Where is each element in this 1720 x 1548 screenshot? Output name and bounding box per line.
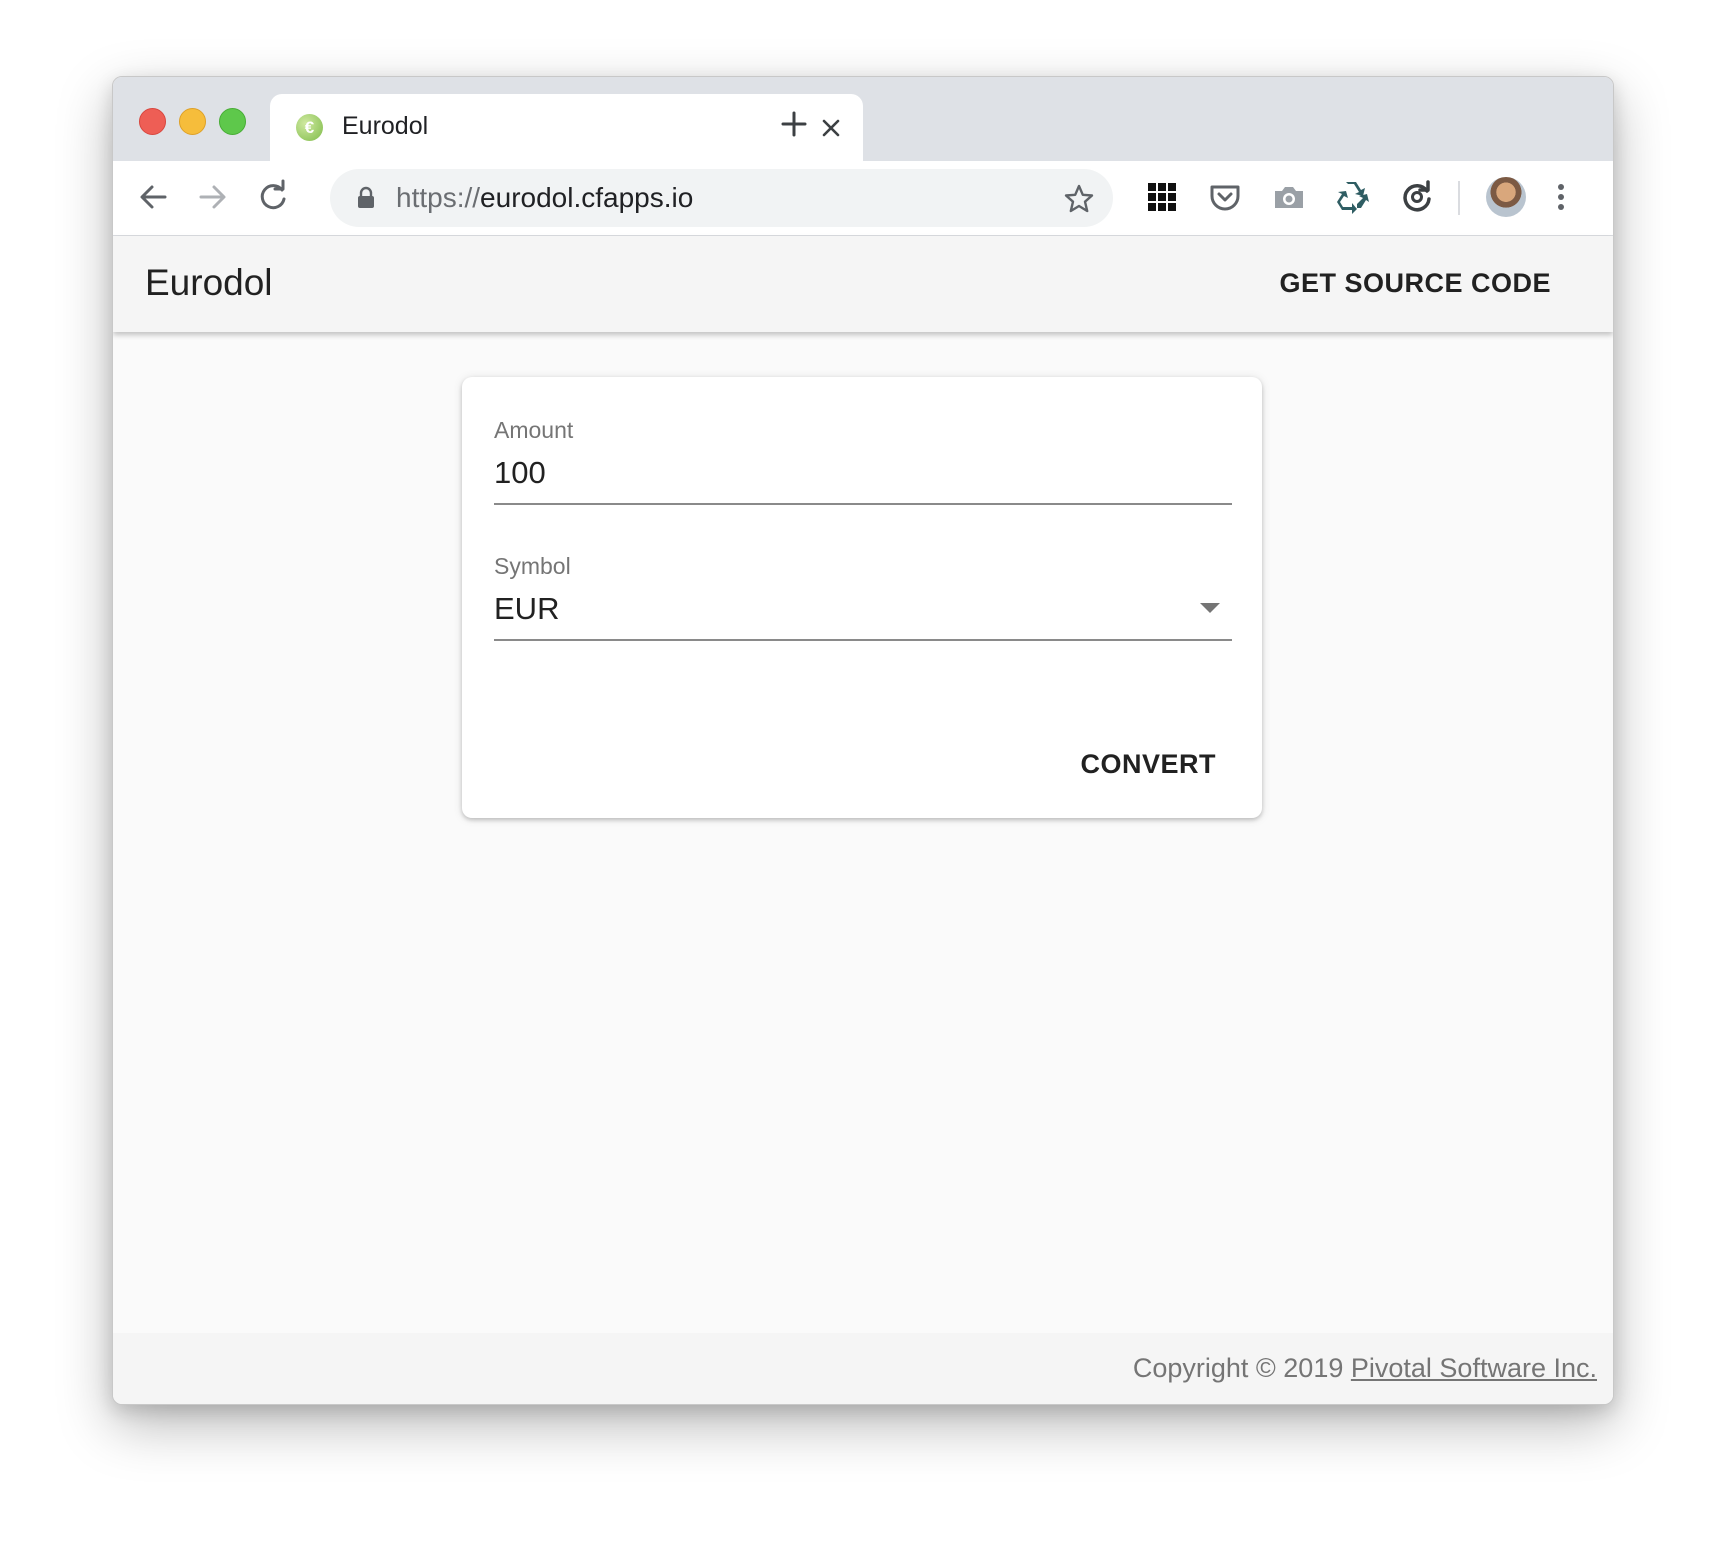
close-window-button[interactable] [139, 108, 166, 135]
copyright-text: Copyright © 2019 Pivotal Software Inc. [1133, 1353, 1597, 1384]
sync-extension-icon[interactable] [1399, 179, 1435, 215]
symbol-selected-value[interactable]: EUR [494, 591, 559, 627]
back-arrow-icon[interactable] [135, 179, 171, 215]
app-bar: Eurodol GET SOURCE CODE [113, 236, 1613, 332]
pocket-extension-icon[interactable] [1207, 179, 1243, 215]
address-bar[interactable]: https://eurodol.cfapps.io [330, 169, 1113, 227]
main-content: Amount 100 Symbol EUR CONVERT [113, 332, 1613, 1337]
profile-avatar[interactable] [1486, 177, 1526, 217]
tab-title: Eurodol [342, 112, 429, 140]
url-text[interactable]: https://eurodol.cfapps.io [396, 182, 693, 214]
browser-window: € Eurodol https://eurodol.cfapps.io Euro… [112, 76, 1614, 1405]
new-tab-plus-icon[interactable] [778, 108, 810, 140]
page-footer: Copyright © 2019 Pivotal Software Inc. [113, 1333, 1613, 1404]
browser-toolbar: https://eurodol.cfapps.io [113, 161, 1613, 236]
app-title: Eurodol [145, 262, 273, 303]
recycle-extension-icon[interactable] [1335, 179, 1371, 215]
toolbar-divider [1458, 181, 1460, 215]
convert-button[interactable]: CONVERT [1080, 749, 1216, 780]
minimize-window-button[interactable] [179, 108, 206, 135]
browser-titlebar: € Eurodol [113, 77, 1613, 161]
close-tab-icon[interactable] [817, 114, 845, 142]
amount-input[interactable]: 100 [494, 455, 546, 491]
lock-icon [358, 186, 374, 208]
symbol-select[interactable]: Symbol EUR [494, 553, 1232, 643]
company-link[interactable]: Pivotal Software Inc. [1351, 1353, 1597, 1383]
amount-field[interactable]: Amount 100 [494, 417, 1232, 507]
maximize-window-button[interactable] [219, 108, 246, 135]
converter-card: Amount 100 Symbol EUR CONVERT [462, 377, 1262, 818]
symbol-label: Symbol [494, 553, 571, 579]
reload-icon[interactable] [255, 179, 291, 215]
browser-tab[interactable]: € Eurodol [270, 94, 863, 161]
browser-menu-icon[interactable] [1543, 179, 1579, 215]
forward-arrow-icon[interactable] [195, 179, 231, 215]
euro-favicon-icon: € [296, 114, 323, 141]
amount-underline [494, 503, 1232, 505]
camera-extension-icon[interactable] [1271, 179, 1307, 215]
get-source-code-button[interactable]: GET SOURCE CODE [1279, 268, 1551, 299]
copyright-prefix: Copyright © 2019 [1132, 1353, 1351, 1383]
amount-label: Amount [494, 417, 574, 443]
grid-extension-icon[interactable] [1144, 179, 1180, 215]
bookmark-star-icon[interactable] [1063, 183, 1095, 215]
symbol-underline [494, 639, 1232, 641]
dropdown-caret-icon[interactable] [1200, 603, 1220, 613]
